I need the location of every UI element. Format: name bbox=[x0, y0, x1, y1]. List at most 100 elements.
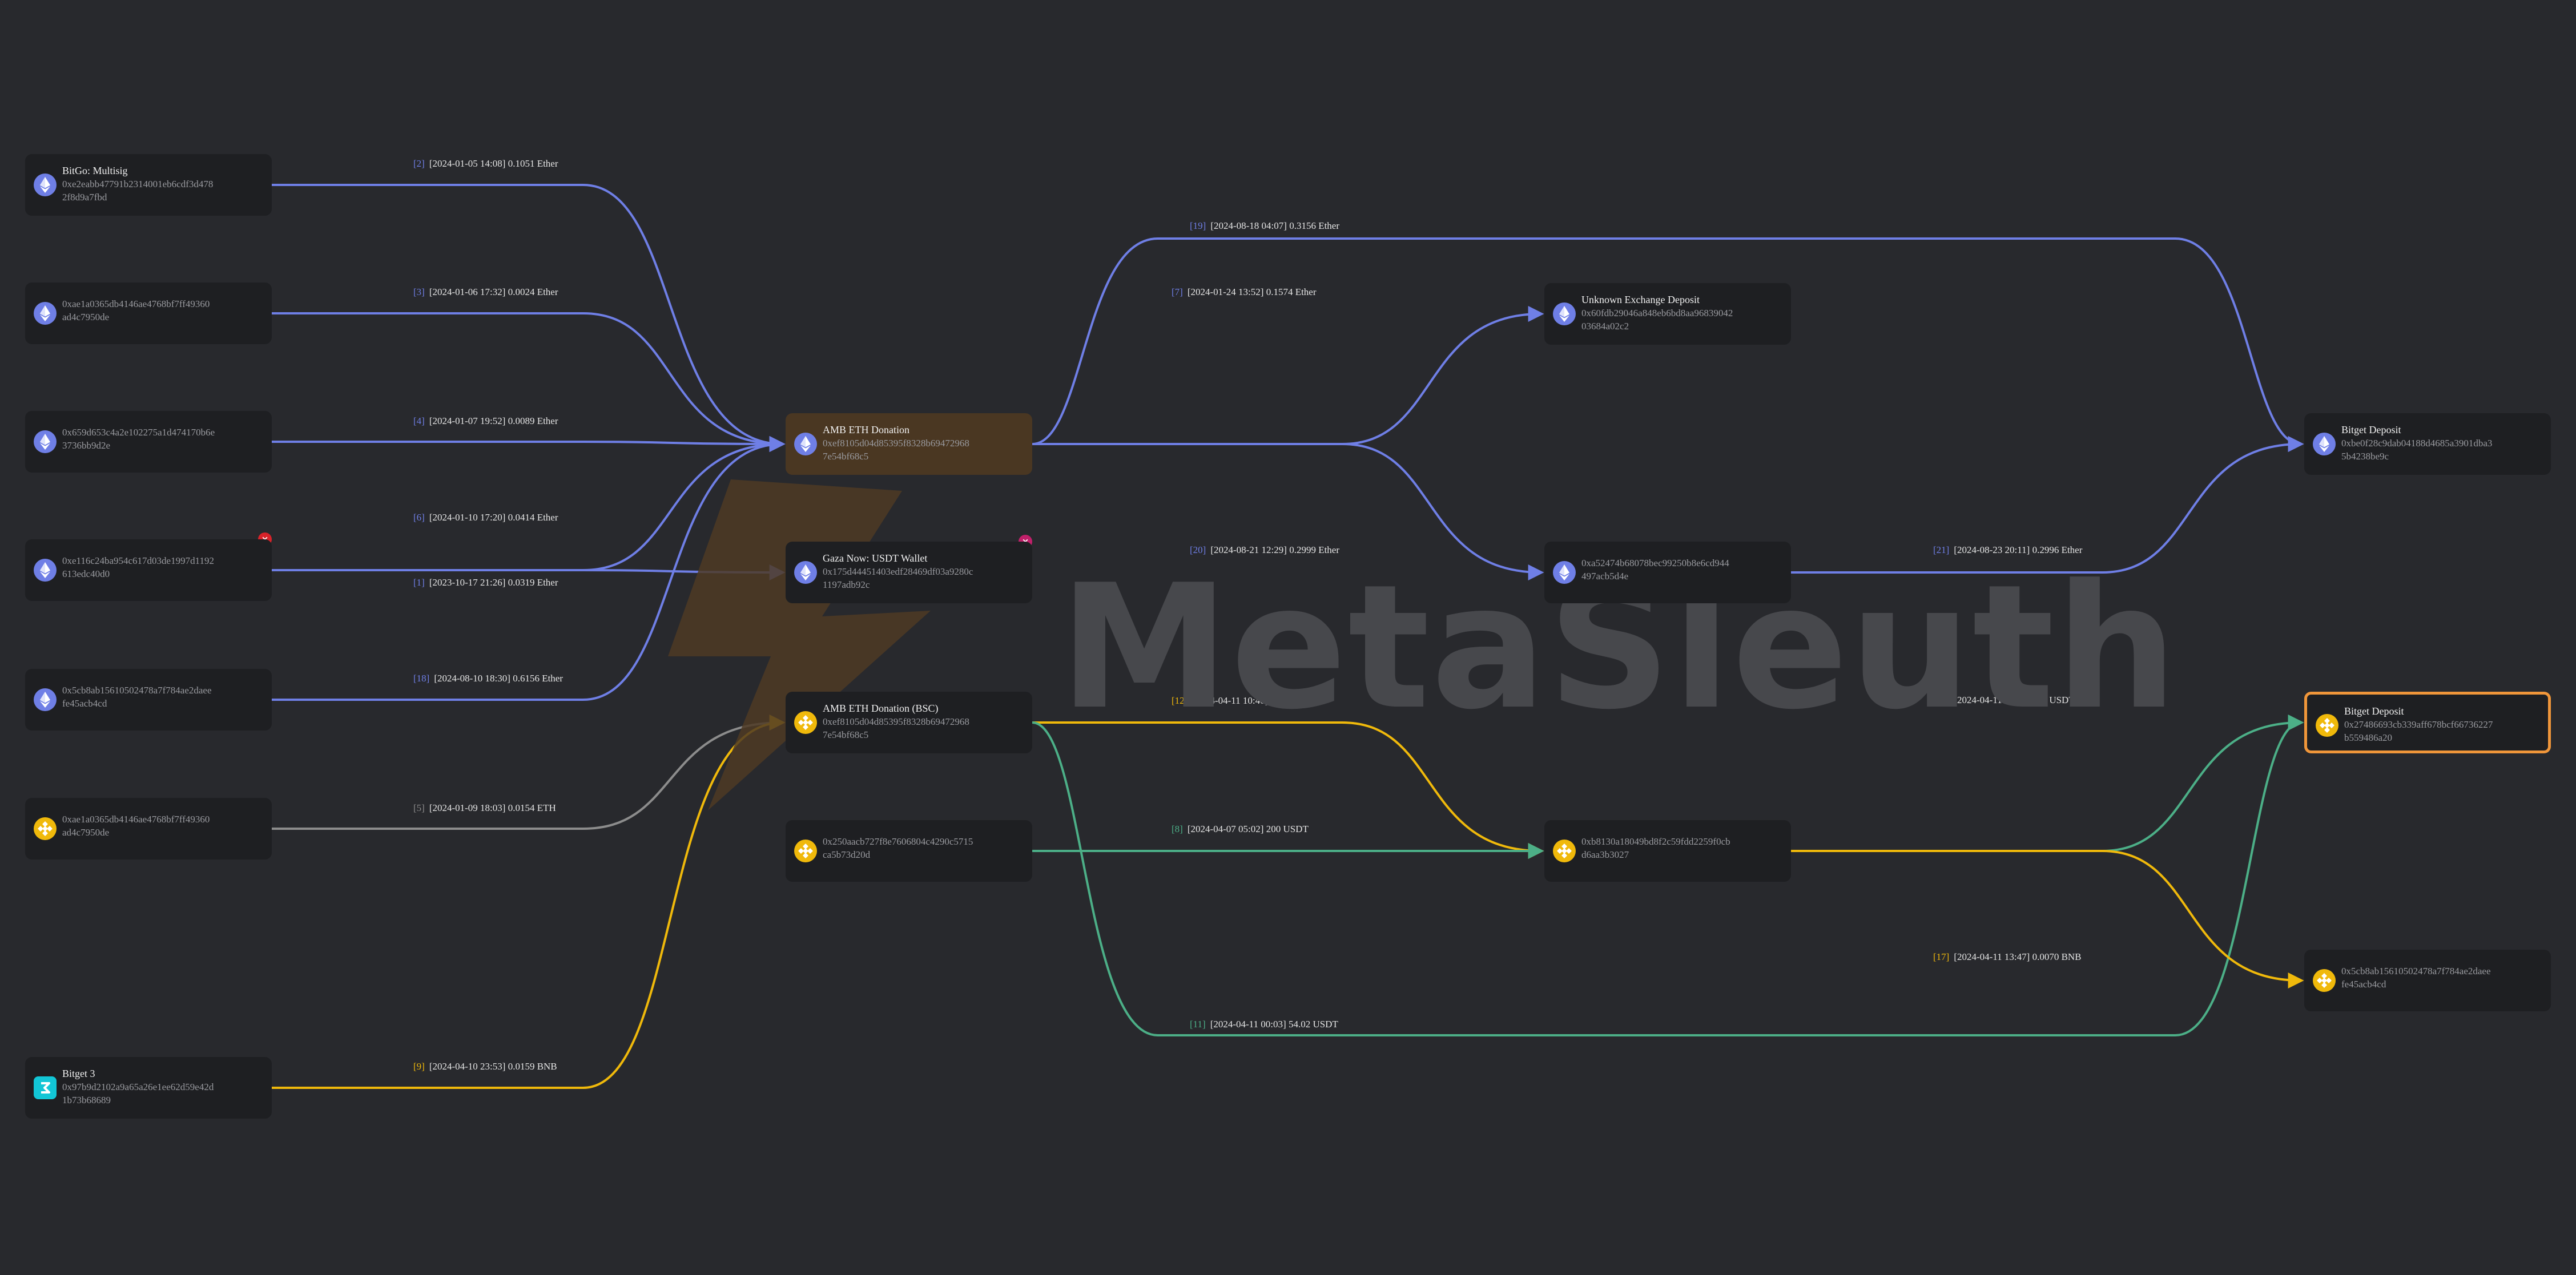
address-line: b559486a20 bbox=[2344, 732, 2393, 743]
edge-transfer-text: [2024-04-11 00:03] 54.02 USDT bbox=[1210, 1019, 1339, 1030]
node-address: 0x5cb8ab15610502478a7f784ae2daee fe45acb4… bbox=[2341, 965, 2541, 991]
bnb-icon bbox=[794, 711, 817, 734]
address-node[interactable]: AMB ETH Donation 0xef8105d04d85395f8328b6… bbox=[786, 413, 1032, 475]
address-node[interactable]: 0xae1a0365db4146ae4768bf7ff49360 ad4c7950… bbox=[25, 283, 272, 344]
ethereum-icon bbox=[34, 174, 57, 196]
edge-index: [5] bbox=[413, 802, 425, 813]
address-line: 0x175d44451403edf28469df03a9280c bbox=[823, 566, 973, 577]
address-node[interactable]: Gaza Now: USDT Wallet 0x175d44451403edf28… bbox=[786, 542, 1032, 603]
edge-label: [4] [2024-01-07 19:52] 0.0089 Ether bbox=[413, 415, 558, 426]
edge-label: [3] [2024-01-06 17:32] 0.0024 Ether bbox=[413, 287, 558, 297]
address-line: 497acb5d4e bbox=[1581, 571, 1629, 582]
address-line: fe45acb4cd bbox=[62, 698, 107, 709]
edge-index: [6] bbox=[413, 512, 425, 523]
node-address: 0x60fdb29046a848eb6bd8aa96839042 03684a02… bbox=[1581, 306, 1781, 333]
address-node[interactable]: BitGo: Multisig 0xe2eabb47791b2314001eb6c… bbox=[25, 154, 272, 216]
edge-transfer-text: [2024-04-07 05:02] 200 USDT bbox=[1188, 824, 1309, 834]
address-line: 7e54bf68c5 bbox=[823, 729, 869, 740]
address-line: 0xae1a0365db4146ae4768bf7ff49360 bbox=[62, 814, 210, 825]
edge-label: [7] [2024-01-24 13:52] 0.1574 Ether bbox=[1172, 287, 1317, 297]
edge-transfer-text: [2024-01-06 17:32] 0.0024 Ether bbox=[429, 287, 558, 297]
edge-transfer-text: [2024-04-10 23:53] 0.0159 BNB bbox=[429, 1061, 557, 1072]
ethereum-icon bbox=[2313, 433, 2336, 455]
address-line: 0xb8130a18049bd8f2c59fdd2259f0cb bbox=[1581, 836, 1730, 847]
edge-transfer-text: [2024-04-11 13:47] 0.0070 BNB bbox=[1954, 951, 2081, 962]
address-line: 0xef8105d04d85395f8328b69472968 bbox=[823, 716, 969, 727]
edge-index: [7] bbox=[1172, 287, 1183, 297]
address-line: 3736bb9d2e bbox=[62, 440, 111, 451]
edge-index: [11] bbox=[1190, 1019, 1206, 1030]
ethereum-icon bbox=[1553, 561, 1576, 584]
edge-index: [8] bbox=[1172, 824, 1183, 834]
node-address: 0xae1a0365db4146ae4768bf7ff49360 ad4c7950… bbox=[62, 813, 262, 839]
node-address: 0xa52474b68078bec99250b8e6cd944 497acb5d4… bbox=[1581, 556, 1781, 583]
ethereum-icon bbox=[1553, 302, 1576, 325]
node-label: Unknown Exchange Deposit bbox=[1581, 294, 1700, 305]
ethereum-icon bbox=[794, 433, 817, 455]
address-line: 2f8d9a7fbd bbox=[62, 192, 107, 203]
node-label: BitGo: Multisig bbox=[62, 165, 128, 176]
edge-label: [18] [2024-08-10 18:30] 0.6156 Ether bbox=[413, 673, 563, 684]
address-node[interactable]: 0x250aacb727f8e7606804c4290c5715 ca5b73d2… bbox=[786, 820, 1032, 882]
node-address: 0x250aacb727f8e7606804c4290c5715 ca5b73d2… bbox=[823, 835, 1023, 861]
edge-transfer-text: [2024-08-18 04:07] 0.3156 Ether bbox=[1210, 220, 1339, 231]
edge-index: [19] bbox=[1190, 220, 1206, 231]
address-node[interactable]: 0xe116c24ba954c617d03de1997d1192 613edc40… bbox=[25, 539, 272, 601]
address-node[interactable]: 0x659d653c4a2e102275a1d474170b6e 3736bb9d… bbox=[25, 411, 272, 473]
address-node[interactable]: Unknown Exchange Deposit 0x60fdb29046a848… bbox=[1544, 283, 1791, 345]
address-line: ca5b73d20d bbox=[823, 849, 871, 860]
address-line: 0xe116c24ba954c617d03de1997d1192 bbox=[62, 555, 214, 566]
address-node[interactable]: 0xae1a0365db4146ae4768bf7ff49360 ad4c7950… bbox=[25, 798, 272, 860]
node-address: 0xae1a0365db4146ae4768bf7ff49360 ad4c7950… bbox=[62, 297, 262, 324]
node-address: 0x27486693cb339aff678bcf66736227 b559486a… bbox=[2344, 718, 2544, 744]
address-node[interactable]: Bitget Deposit 0x27486693cb339aff678bcf66… bbox=[2304, 692, 2551, 753]
edge-label: [8] [2024-04-07 05:02] 200 USDT bbox=[1172, 824, 1309, 834]
address-line: 0x27486693cb339aff678bcf66736227 bbox=[2344, 719, 2493, 730]
metasleuth-logo-icon bbox=[668, 479, 931, 810]
address-line: 1b73b68689 bbox=[62, 1095, 111, 1105]
node-label: Bitget Deposit bbox=[2341, 424, 2401, 435]
address-line: 0xe2eabb47791b2314001eb6cdf3d478 bbox=[62, 179, 214, 189]
node-label: AMB ETH Donation (BSC) bbox=[823, 703, 939, 714]
edge-label: [1] [2023-10-17 21:26] 0.0319 Ether bbox=[413, 577, 558, 588]
address-node[interactable]: AMB ETH Donation (BSC) 0xef8105d04d85395f… bbox=[786, 692, 1032, 753]
edge-label: [17] [2024-04-11 13:47] 0.0070 BNB bbox=[1933, 951, 2082, 962]
bnb-icon bbox=[34, 817, 57, 840]
address-line: 0x659d653c4a2e102275a1d474170b6e bbox=[62, 427, 215, 438]
address-line: 0x60fdb29046a848eb6bd8aa96839042 bbox=[1581, 308, 1733, 318]
node-label: Gaza Now: USDT Wallet bbox=[823, 552, 928, 564]
node-address: 0xb8130a18049bd8f2c59fdd2259f0cb d6aa3b30… bbox=[1581, 835, 1781, 861]
address-line: 0x5cb8ab15610502478a7f784ae2daee bbox=[2341, 966, 2491, 977]
address-line: 0xbe0f28c9dab04188d4685a3901dba3 bbox=[2341, 438, 2493, 449]
transfer-edge[interactable] bbox=[272, 435, 786, 452]
node-label: AMB ETH Donation bbox=[823, 424, 909, 435]
address-node[interactable]: 0xb8130a18049bd8f2c59fdd2259f0cb d6aa3b30… bbox=[1544, 820, 1791, 882]
address-line: 5b4238be9c bbox=[2341, 451, 2389, 462]
edge-index: [1] bbox=[413, 577, 425, 588]
edge-transfer-text: [2024-01-07 19:52] 0.0089 Ether bbox=[429, 415, 558, 426]
bnb-icon bbox=[2316, 714, 2338, 737]
edge-label: [6] [2024-01-10 17:20] 0.0414 Ether bbox=[413, 512, 558, 523]
edge-label: [2] [2024-01-05 14:08] 0.1051 Ether bbox=[413, 158, 558, 169]
address-line: 613edc40d0 bbox=[62, 568, 110, 579]
edge-index: [3] bbox=[413, 287, 425, 297]
node-label: Bitget Deposit bbox=[2344, 705, 2404, 717]
edge-label: [9] [2024-04-10 23:53] 0.0159 BNB bbox=[413, 1061, 557, 1072]
address-node[interactable]: 0x5cb8ab15610502478a7f784ae2daee fe45acb4… bbox=[2304, 950, 2551, 1011]
address-node[interactable]: 0xa52474b68078bec99250b8e6cd944 497acb5d4… bbox=[1544, 542, 1791, 603]
bnb-icon bbox=[1553, 840, 1576, 862]
address-node[interactable]: 0x5cb8ab15610502478a7f784ae2daee fe45acb4… bbox=[25, 669, 272, 731]
node-address: 0x175d44451403edf28469df03a9280c 1197adb9… bbox=[823, 565, 1023, 591]
node-address: 0x97b9d2102a9a65a26e1ee62d59e42d 1b73b686… bbox=[62, 1080, 262, 1107]
edge-label: [19] [2024-08-18 04:07] 0.3156 Ether bbox=[1190, 220, 1339, 231]
address-node[interactable]: Bitget 3 0x97b9d2102a9a65a26e1ee62d59e42d… bbox=[25, 1057, 272, 1119]
address-line: 0x250aacb727f8e7606804c4290c5715 bbox=[823, 836, 973, 847]
edge-transfer-text: [2024-01-09 18:03] 0.0154 ETH bbox=[429, 802, 556, 813]
address-line: fe45acb4cd bbox=[2341, 979, 2386, 990]
node-address: 0xef8105d04d85395f8328b69472968 7e54bf68c… bbox=[823, 437, 1023, 463]
edge-index: [9] bbox=[413, 1061, 425, 1072]
address-line: d6aa3b3027 bbox=[1581, 849, 1629, 860]
transfer-edge[interactable] bbox=[1032, 306, 1544, 445]
edge-transfer-text: [2023-10-17 21:26] 0.0319 Ether bbox=[429, 577, 558, 588]
address-node[interactable]: Bitget Deposit 0xbe0f28c9dab04188d4685a39… bbox=[2304, 413, 2551, 475]
